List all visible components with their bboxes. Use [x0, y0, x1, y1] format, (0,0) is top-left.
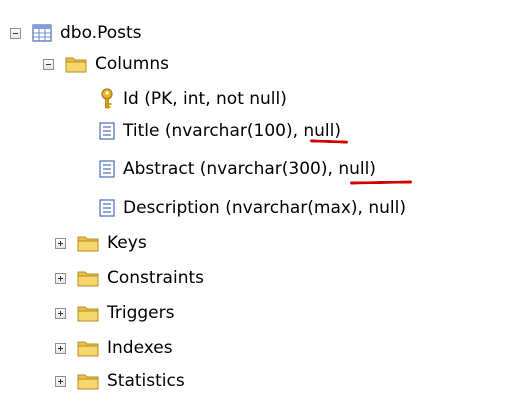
column-label: Id (PK, int, not null): [123, 89, 287, 109]
tree-node-statistics-folder[interactable]: Statistics: [55, 366, 185, 396]
folder-icon: [65, 57, 87, 73]
collapse-toggle-icon[interactable]: [10, 27, 21, 39]
object-explorer-tree: dbo.Posts Columns Id (PK, int, not null)…: [0, 0, 505, 396]
column-icon: [99, 122, 115, 140]
folder-icon: [77, 341, 99, 357]
tree-node-column-abstract[interactable]: Abstract (nvarchar(300), null): [99, 154, 376, 184]
folder-icon: [77, 306, 99, 322]
expand-toggle-icon[interactable]: [55, 342, 66, 354]
table-label: dbo.Posts: [60, 23, 142, 43]
column-icon: [99, 160, 115, 178]
expand-toggle-icon[interactable]: [55, 237, 66, 249]
column-icon: [99, 199, 115, 217]
tree-node-columns-folder[interactable]: Columns: [43, 49, 169, 79]
expand-toggle-icon[interactable]: [55, 272, 66, 284]
tree-node-table[interactable]: dbo.Posts: [10, 18, 142, 48]
tree-node-indexes-folder[interactable]: Indexes: [55, 333, 173, 363]
folder-icon: [77, 236, 99, 252]
tree-node-column-description[interactable]: Description (nvarchar(max), null): [99, 193, 406, 223]
column-label: Abstract (nvarchar(300), null): [123, 159, 376, 179]
key-icon: [101, 88, 113, 109]
table-icon: [32, 24, 52, 42]
tree-node-column-title[interactable]: Title (nvarchar(100), null): [99, 116, 341, 146]
tree-node-column-id[interactable]: Id (PK, int, not null): [99, 84, 287, 114]
tree-node-keys-folder[interactable]: Keys: [55, 228, 147, 258]
folder-label: Triggers: [107, 303, 175, 323]
folder-label: Statistics: [107, 371, 185, 391]
folder-icon: [77, 374, 99, 390]
tree-node-triggers-folder[interactable]: Triggers: [55, 298, 175, 328]
tree-node-constraints-folder[interactable]: Constraints: [55, 263, 204, 293]
folder-label: Indexes: [107, 338, 173, 358]
folder-label: Keys: [107, 233, 147, 253]
columns-folder-label: Columns: [95, 54, 169, 74]
expand-toggle-icon[interactable]: [55, 375, 66, 387]
expand-toggle-icon[interactable]: [55, 307, 66, 319]
column-label: Description (nvarchar(max), null): [123, 198, 406, 218]
column-label: Title (nvarchar(100), null): [123, 121, 342, 141]
folder-icon: [77, 271, 99, 287]
folder-label: Constraints: [107, 268, 204, 288]
annotation-underline: [349, 180, 413, 185]
collapse-toggle-icon[interactable]: [43, 58, 54, 70]
